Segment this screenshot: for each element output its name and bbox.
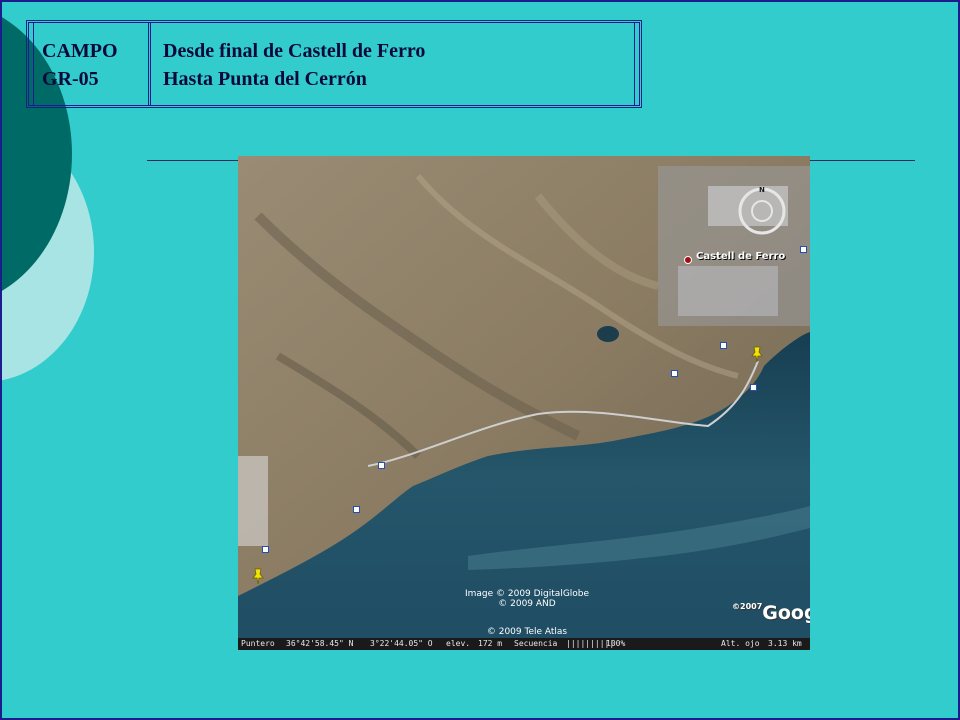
title-to: Hasta Punta del Cerrón <box>163 68 367 90</box>
pointer-elevation: 172 m <box>478 639 503 648</box>
satellite-map[interactable]: N Castell de Ferro Image © 2009 DigitalG… <box>238 156 810 650</box>
title-cell-left: CAMPO GR-05 <box>29 23 151 105</box>
credit-line-3: © 2009 Tele Atlas <box>486 627 568 637</box>
poi-marker[interactable] <box>720 342 727 349</box>
poi-marker[interactable] <box>378 462 385 469</box>
slide: CAMPO GR-05 Desde final de Castell de Fe… <box>0 0 960 720</box>
google-logo-year: ©2007 <box>732 602 763 611</box>
poi-marker[interactable] <box>353 506 360 513</box>
streaming-percent: 100% <box>606 639 626 648</box>
title-table: CAMPO GR-05 Desde final de Castell de Fe… <box>26 20 642 108</box>
imagery-credits: Image © 2009 DigitalGlobe © 2009 AND © 2… <box>462 589 592 637</box>
compass-letter: N <box>759 186 765 194</box>
pointer-longitude: 3°22'44.05" O <box>370 639 433 648</box>
map-status-bar: Puntero 36°42'58.45" N 3°22'44.05" O ele… <box>238 638 810 650</box>
end-pushpin-icon[interactable] <box>252 568 264 584</box>
title-cell-right: Desde final de Castell de Ferro Hasta Pu… <box>151 23 635 105</box>
poi-marker[interactable] <box>262 546 269 553</box>
poi-marker[interactable] <box>671 370 678 377</box>
place-label-castell-de-ferro: Castell de Ferro <box>696 251 786 262</box>
poi-marker[interactable] <box>800 246 807 253</box>
map-terrain: N <box>238 156 810 650</box>
google-logo: ©2007GoogleTM <box>732 602 810 624</box>
eye-altitude: 3.13 km <box>768 639 802 648</box>
start-pushpin-icon[interactable] <box>751 346 763 362</box>
title-campo: CAMPO <box>42 40 118 62</box>
credit-line-2: © 2009 AND <box>498 599 556 609</box>
pointer-latitude: 36°42'58.45" N <box>286 639 354 648</box>
title-route-code: GR-05 <box>42 68 99 90</box>
title-from: Desde final de Castell de Ferro <box>163 40 426 62</box>
credit-line-1: Image © 2009 DigitalGlobe <box>464 589 590 599</box>
poi-marker[interactable] <box>750 384 757 391</box>
